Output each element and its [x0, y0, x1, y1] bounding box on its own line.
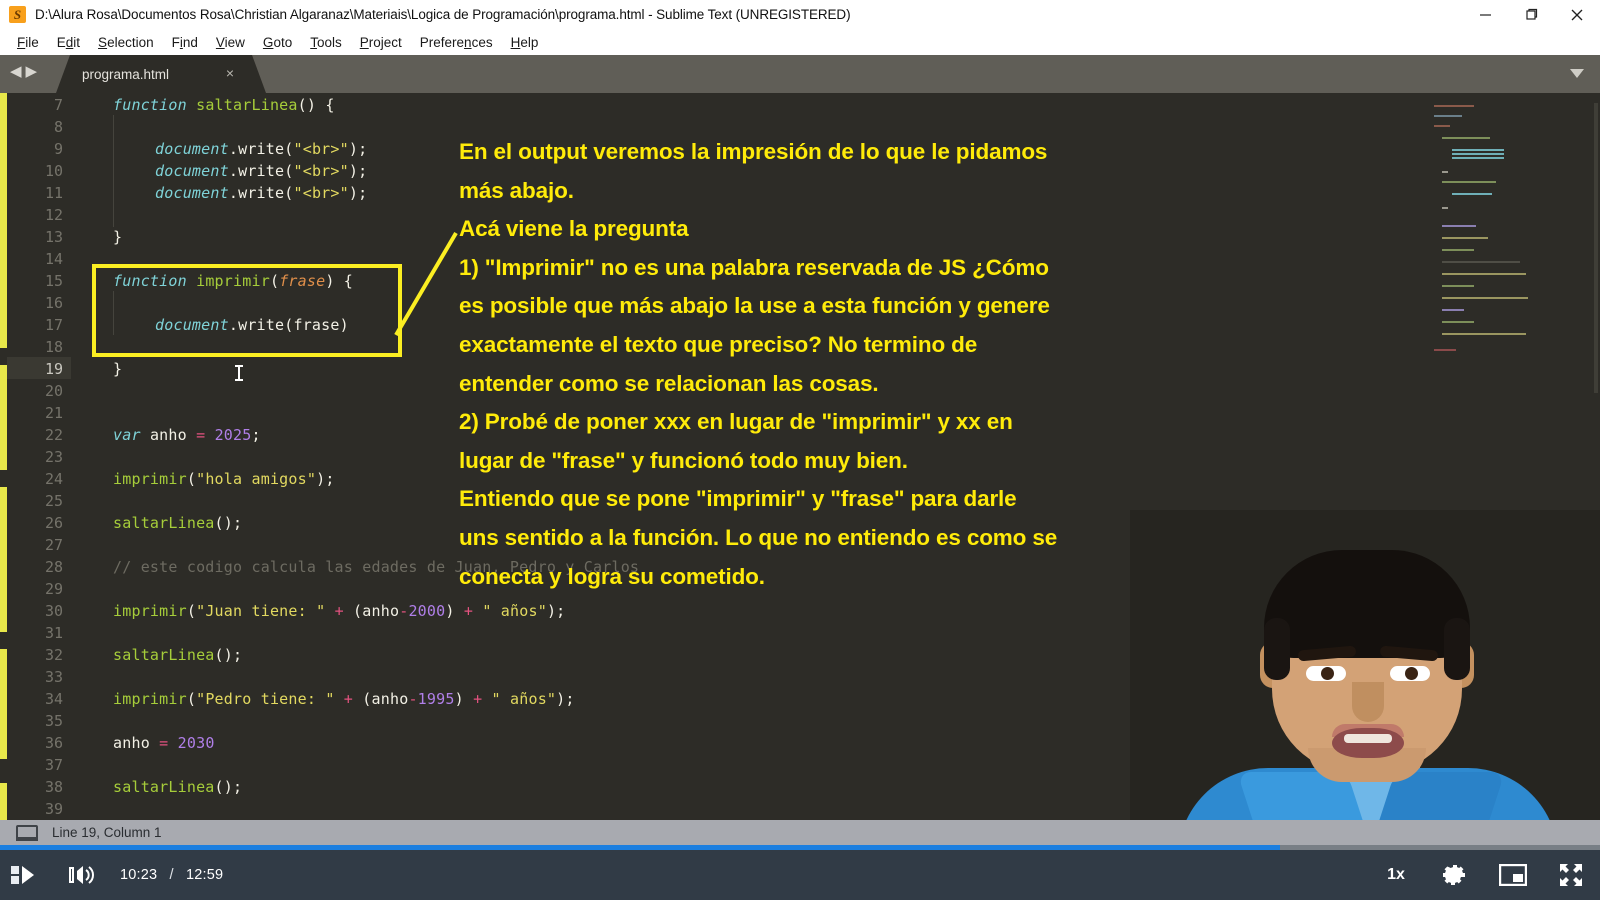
- menu-item-find[interactable]: Find: [163, 33, 207, 52]
- window-title: D:\Alura Rosa\Documentos Rosa\Christian …: [35, 7, 851, 22]
- menu-item-view[interactable]: View: [207, 33, 254, 52]
- maximize-icon[interactable]: [1508, 0, 1554, 29]
- menu-item-selection[interactable]: Selection: [89, 33, 163, 52]
- status-bar: Line 19, Column 1: [0, 820, 1600, 845]
- menu-item-preferences[interactable]: Preferences: [411, 33, 502, 52]
- annotation-line: entender como se relacionan las cosas.: [459, 370, 879, 396]
- title-bar: S D:\Alura Rosa\Documentos Rosa\Christia…: [0, 0, 1600, 29]
- total-time: 12:59: [186, 867, 224, 883]
- annotation-line: más abajo.: [459, 177, 574, 203]
- menu-item-project[interactable]: Project: [351, 33, 411, 52]
- annotation-line: 1) "Imprimir" no es una palabra reservad…: [459, 254, 1049, 280]
- menu-item-file[interactable]: File: [8, 33, 48, 52]
- close-icon[interactable]: [1554, 0, 1600, 29]
- webcam-overlay[interactable]: [1130, 510, 1600, 845]
- minimap-scrollbar[interactable]: [1594, 103, 1598, 393]
- menu-item-tools[interactable]: Tools: [301, 33, 351, 52]
- menu-bar: File Edit Selection Find View Goto Tools…: [0, 29, 1600, 55]
- tab-bar: ◀ ▶ programa.html ×: [0, 55, 1600, 93]
- annotation-line: lugar de "frase" y funcionó todo muy bie…: [459, 447, 908, 473]
- player-time: 10:23 / 12:59: [120, 867, 223, 883]
- screen-root: S D:\Alura Rosa\Documentos Rosa\Christia…: [0, 0, 1600, 900]
- tab-programa-html[interactable]: programa.html ×: [56, 55, 266, 93]
- annotation-text: En el output veremos la impresión de lo …: [459, 133, 1219, 596]
- annotation-line: Acá viene la pregunta: [459, 216, 689, 242]
- player-left-controls: 10:23 / 12:59: [0, 850, 223, 900]
- nav-back-icon[interactable]: ◀: [10, 64, 22, 79]
- volume-icon[interactable]: [60, 850, 106, 900]
- highlight-box-imprimir-function: [92, 264, 402, 357]
- menu-item-goto[interactable]: Goto: [254, 33, 301, 52]
- annotation-line: es posible que más abajo la use a esta f…: [459, 293, 1050, 319]
- status-line-column: Line 19, Column 1: [52, 825, 162, 840]
- time-separator: /: [169, 867, 174, 883]
- fullscreen-icon[interactable]: [1542, 850, 1600, 900]
- chevron-down-icon[interactable]: [1570, 69, 1584, 78]
- menu-item-edit[interactable]: Edit: [48, 33, 89, 52]
- minimize-icon[interactable]: [1462, 0, 1508, 29]
- nav-forward-icon[interactable]: ▶: [26, 64, 38, 79]
- gear-icon[interactable]: [1426, 850, 1484, 900]
- picture-in-picture-icon[interactable]: [1484, 850, 1542, 900]
- tab-label: programa.html: [82, 66, 170, 82]
- line-number-gutter: 7 8 9 10 11 12 13 14 15 16 17 18 19 20 2…: [7, 93, 71, 820]
- player-right-controls: 1x: [1366, 850, 1600, 900]
- annotation-line: En el output veremos la impresión de lo …: [459, 139, 1048, 164]
- play-icon[interactable]: [0, 850, 46, 900]
- sublime-logo-icon: S: [9, 6, 26, 23]
- annotation-line: conecta y logra su cometido.: [459, 563, 765, 589]
- progress-track[interactable]: [0, 845, 1600, 850]
- playback-speed-button[interactable]: 1x: [1366, 866, 1426, 884]
- annotation-line: Entiendo que se pone "imprimir" y "frase…: [459, 486, 1017, 512]
- presenter-avatar: [1130, 510, 1600, 845]
- annotation-line: uns sentido a la función. Lo que no enti…: [459, 524, 1058, 550]
- current-time: 10:23: [120, 867, 158, 883]
- tab-nav-arrows[interactable]: ◀ ▶: [10, 64, 37, 79]
- window-controls: [1462, 0, 1600, 29]
- close-icon[interactable]: ×: [226, 66, 234, 80]
- menu-item-help[interactable]: Help: [502, 33, 548, 52]
- editor-edge-markers: [0, 93, 7, 820]
- annotation-line: 2) Probé de poner xxx en lugar de "impri…: [459, 409, 1013, 435]
- text-cursor: [235, 365, 243, 381]
- video-player-bar: S 10:23 / 12:59: [0, 845, 1600, 900]
- monitor-icon: [16, 824, 38, 841]
- annotation-line: exactamente el texto que preciso? No ter…: [459, 331, 978, 357]
